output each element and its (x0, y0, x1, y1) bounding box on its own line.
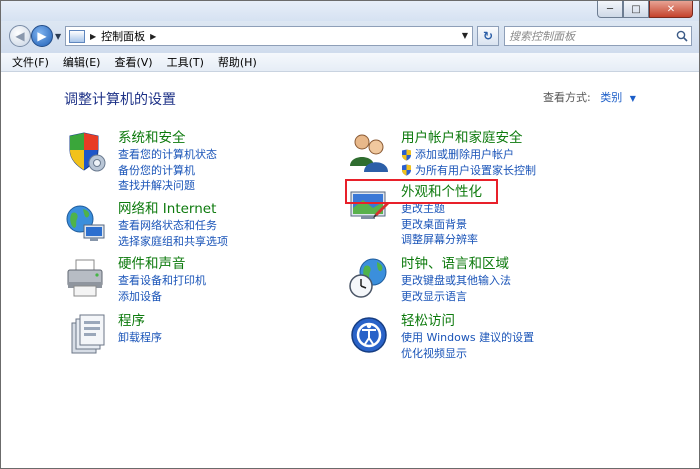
link-label[interactable]: 添加或删除用户帐户 (415, 147, 514, 163)
forward-button[interactable]: ▶ (31, 25, 53, 47)
breadcrumb-separator-icon[interactable]: ▶ (90, 32, 96, 41)
category-title[interactable]: 系统和安全 (118, 130, 217, 147)
breadcrumb-chevron-icon[interactable]: ▶ (150, 32, 156, 41)
category-system-security: 系统和安全 查看您的计算机状态 备份您的计算机 查找并解决问题 (64, 130, 217, 194)
address-bar[interactable]: ▶ 控制面板 ▶ ▼ (65, 26, 473, 46)
address-toolbar: ◀ ▶ ▼ ▶ 控制面板 ▶ ▼ ↻ (1, 21, 699, 53)
printer-icon[interactable] (64, 256, 108, 300)
category-programs: 程序 卸载程序 (64, 313, 162, 357)
category-user-accounts: 用户帐户和家庭安全 添加或删除用户帐户 为所有用户设置家长控制 (347, 130, 536, 178)
view-by: 查看方式: 类别 ▼ (543, 89, 636, 105)
clock-globe-icon[interactable] (347, 256, 391, 300)
link-parental-controls[interactable]: 为所有用户设置家长控制 (401, 163, 536, 179)
breadcrumb-control-panel[interactable]: 控制面板 (101, 28, 145, 44)
maximize-button[interactable]: □ (623, 1, 649, 18)
control-panel-icon (69, 29, 85, 43)
link-change-input-methods[interactable]: 更改键盘或其他输入法 (401, 273, 511, 289)
link-devices-printers[interactable]: 查看设备和打印机 (118, 273, 206, 289)
menu-bar: 文件(F) 编辑(E) 查看(V) 工具(T) 帮助(H) (1, 53, 699, 72)
network-icon[interactable] (64, 201, 108, 245)
category-network-internet: 网络和 Internet 查看网络状态和任务 选择家庭组和共享选项 (64, 201, 228, 249)
link-add-remove-accounts[interactable]: 添加或删除用户帐户 (401, 147, 536, 163)
link-change-display-language[interactable]: 更改显示语言 (401, 289, 511, 305)
caption-buttons: ─ □ ✕ (597, 1, 693, 18)
programs-icon[interactable] (64, 313, 108, 357)
back-button[interactable]: ◀ (9, 25, 31, 47)
search-icon[interactable] (673, 27, 691, 45)
view-by-label: 查看方式: (543, 91, 591, 104)
link-homegroup-sharing[interactable]: 选择家庭组和共享选项 (118, 234, 228, 250)
highlight-box (345, 179, 498, 204)
system-security-icon[interactable] (64, 130, 108, 174)
title-bar: ─ □ ✕ (1, 1, 699, 21)
menu-help[interactable]: 帮助(H) (211, 54, 264, 70)
menu-view[interactable]: 查看(V) (107, 54, 159, 70)
back-arrow-icon: ◀ (15, 29, 25, 43)
address-history-dropdown-icon[interactable]: ▼ (462, 31, 468, 40)
chevron-down-icon[interactable]: ▼ (630, 94, 636, 103)
content-area: 调整计算机的设置 查看方式: 类别 ▼ 系统和安全 查看您的计算机状态 备份您的… (1, 72, 699, 468)
close-button[interactable]: ✕ (649, 1, 693, 18)
link-backup-computer[interactable]: 备份您的计算机 (118, 163, 217, 179)
category-title[interactable]: 网络和 Internet (118, 201, 228, 218)
link-optimize-visual-display[interactable]: 优化视频显示 (401, 346, 534, 362)
ease-of-access-icon[interactable] (347, 313, 391, 357)
category-title[interactable]: 时钟、语言和区域 (401, 256, 511, 273)
link-view-computer-status[interactable]: 查看您的计算机状态 (118, 147, 217, 163)
category-ease-of-access: 轻松访问 使用 Windows 建议的设置 优化视频显示 (347, 313, 534, 361)
link-change-desktop-background[interactable]: 更改桌面背景 (401, 217, 482, 233)
control-panel-window: ─ □ ✕ ◀ ▶ ▼ ▶ 控制面板 ▶ ▼ ↻ 搜索控制面板 文件(F) 编辑… (0, 0, 700, 469)
link-recommended-settings[interactable]: 使用 Windows 建议的设置 (401, 330, 534, 346)
uac-shield-icon (402, 164, 411, 176)
link-uninstall-program[interactable]: 卸载程序 (118, 330, 162, 346)
search-input[interactable] (505, 29, 673, 43)
category-hardware-sound: 硬件和声音 查看设备和打印机 添加设备 (64, 256, 206, 304)
forward-arrow-icon: ▶ (37, 29, 47, 43)
link-add-device[interactable]: 添加设备 (118, 289, 206, 305)
category-clock-language-region: 时钟、语言和区域 更改键盘或其他输入法 更改显示语言 (347, 256, 511, 304)
link-adjust-resolution[interactable]: 调整屏幕分辨率 (401, 232, 482, 248)
link-find-fix-problems[interactable]: 查找并解决问题 (118, 178, 217, 194)
category-title[interactable]: 轻松访问 (401, 313, 534, 330)
users-icon[interactable] (347, 130, 391, 174)
search-box (504, 26, 692, 46)
menu-edit[interactable]: 编辑(E) (56, 54, 108, 70)
refresh-button[interactable]: ↻ (477, 26, 499, 46)
menu-tools[interactable]: 工具(T) (160, 54, 211, 70)
minimize-button[interactable]: ─ (597, 1, 623, 18)
category-title[interactable]: 硬件和声音 (118, 256, 206, 273)
category-title[interactable]: 用户帐户和家庭安全 (401, 130, 536, 147)
link-view-network-status[interactable]: 查看网络状态和任务 (118, 218, 228, 234)
menu-file[interactable]: 文件(F) (1, 54, 56, 70)
recent-pages-dropdown-icon[interactable]: ▼ (55, 32, 61, 41)
view-by-dropdown[interactable]: 类别 (600, 91, 622, 104)
category-title[interactable]: 程序 (118, 313, 162, 330)
refresh-icon: ↻ (482, 29, 494, 43)
page-title: 调整计算机的设置 (64, 92, 176, 108)
link-label[interactable]: 为所有用户设置家长控制 (415, 163, 536, 179)
uac-shield-icon (402, 149, 411, 161)
